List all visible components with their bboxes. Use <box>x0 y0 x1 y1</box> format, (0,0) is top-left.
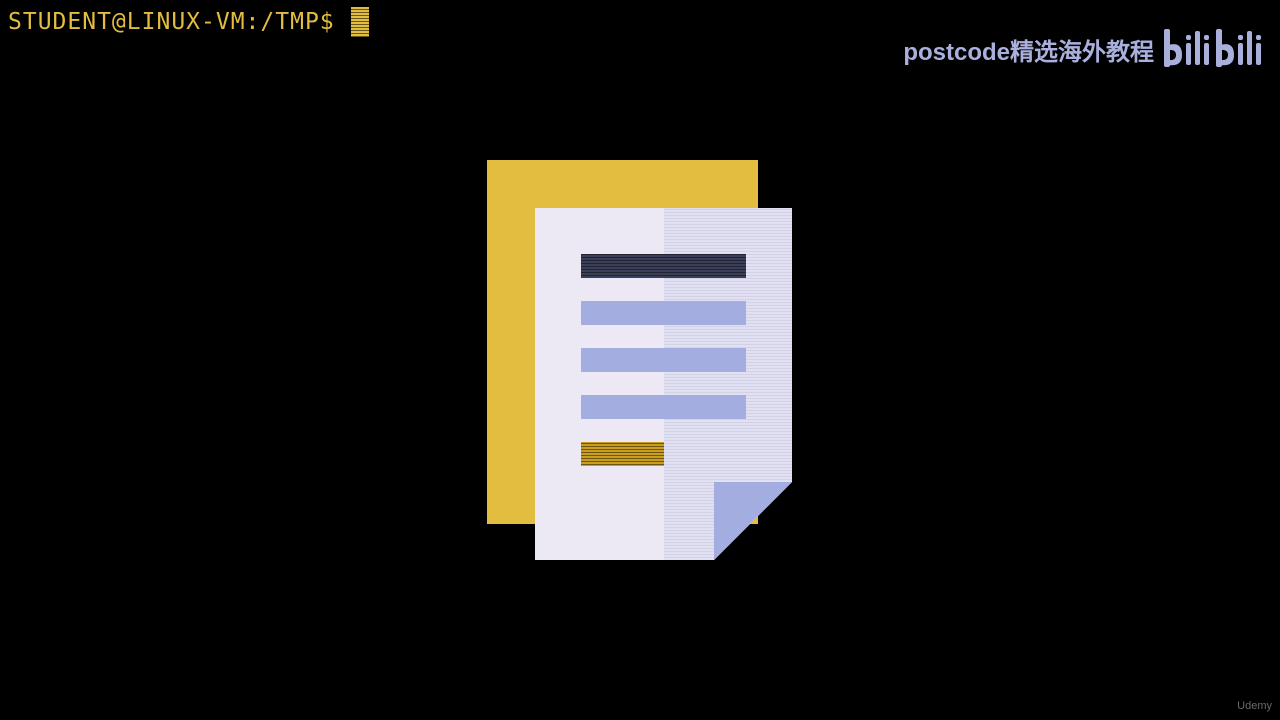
terminal-prompt: STUDENT@LINUX-VM:/TMP$ <box>8 9 335 35</box>
page-fold <box>714 482 792 560</box>
video-frame: STUDENT@LINUX-VM:/TMP$ postcode精选海外教程 Ud… <box>0 0 1280 720</box>
text-line <box>581 301 746 325</box>
watermark-channel-text: postcode精选海外教程 <box>903 38 1154 66</box>
udemy-watermark: Udemy <box>1237 700 1272 712</box>
terminal-prompt-line[interactable]: STUDENT@LINUX-VM:/TMP$ <box>8 6 369 38</box>
terminal-cursor <box>350 7 369 37</box>
bilibili-logo-icon <box>1164 29 1261 67</box>
channel-watermark: postcode精选海外教程 <box>903 24 1272 74</box>
text-line <box>581 348 746 372</box>
document-icon <box>487 160 792 560</box>
text-line <box>581 395 746 419</box>
